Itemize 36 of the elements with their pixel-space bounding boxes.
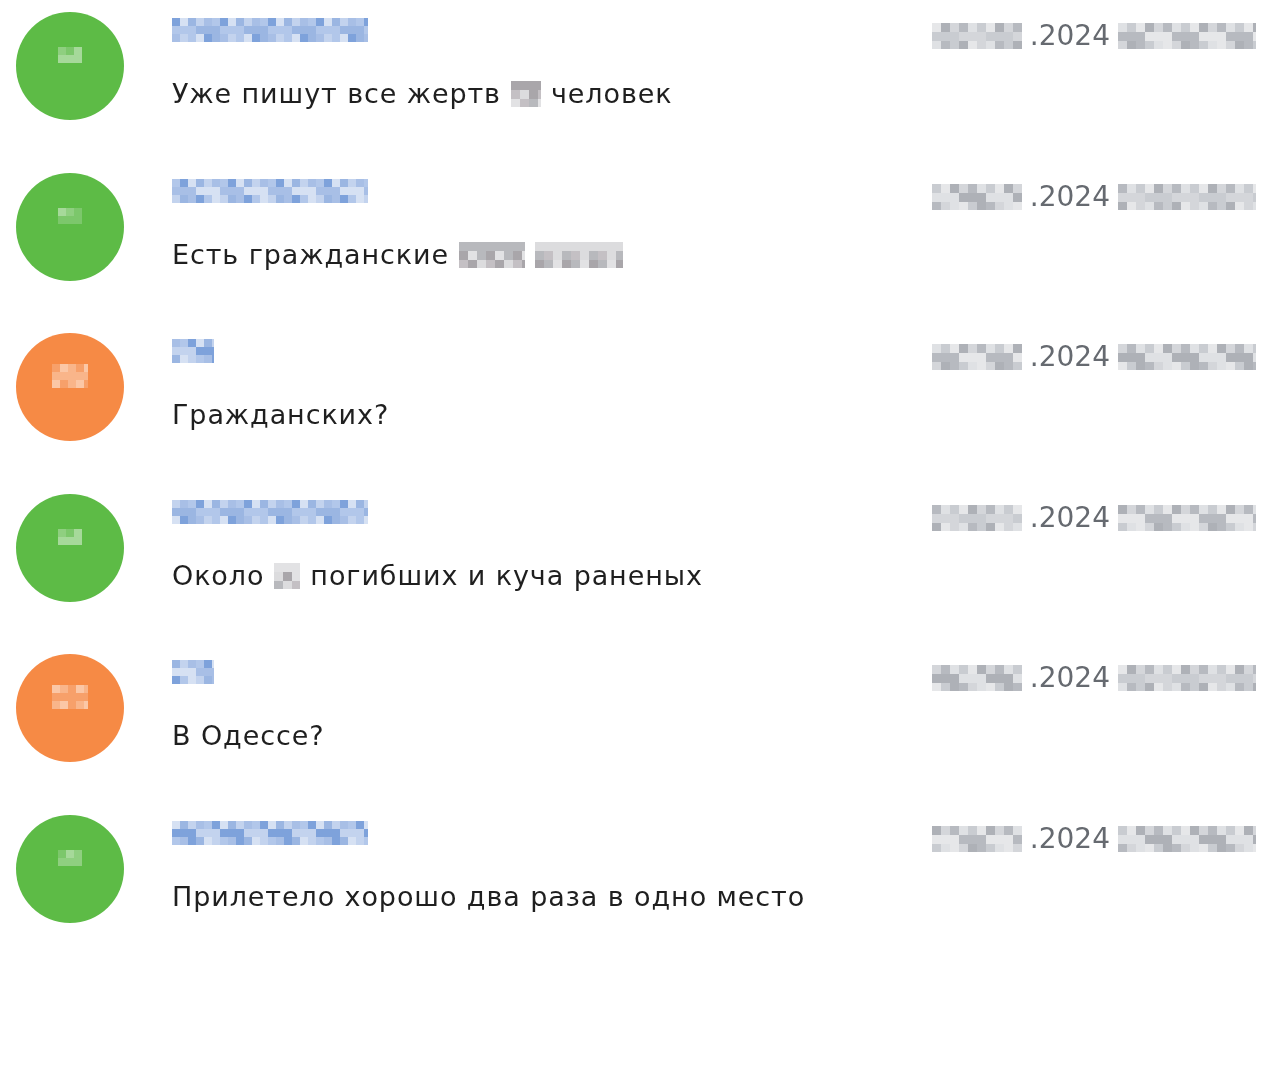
pixelated-name-icon [172,178,368,203]
pixelated-time-icon [931,665,1022,691]
timestamp-text: .2024 [1029,660,1110,696]
pixelated-time-icon [931,504,1022,531]
pixelated-time-icon [931,23,1022,49]
timestamp-text: .2024 [1029,499,1110,536]
pixelated-name-icon [172,18,368,42]
pixelated-time-icon [1118,665,1256,691]
timestamp-text: .2024 [1029,178,1110,215]
message-text: Есть гражданские [172,237,449,272]
message-text: погибших и куча раненых [310,558,703,593]
pixelated-text-icon [534,241,623,268]
pixelated-text-icon [274,562,301,589]
message-text: В Одессе? [172,719,325,753]
pixelated-time-icon [1118,23,1256,49]
timestamp-text: .2024 [1029,18,1110,54]
pixelated-text-icon [458,241,525,268]
pixelated-time-icon [931,825,1022,852]
pixelated-time-icon [1118,344,1256,370]
pixelated-time-icon [1118,504,1256,531]
message-text: Уже пишут все жертв [172,77,501,111]
pixelated-name-icon [172,499,368,524]
pixelated-name-icon [172,660,214,684]
message-text: Гражданских? [172,398,390,432]
timestamp-text: .2024 [1029,339,1110,375]
pixelated-time-icon [931,183,1022,210]
message-text: Прилетело хорошо два раза в одно место [172,879,806,914]
pixelated-name-icon [172,820,368,845]
pixelated-text-icon [510,81,541,107]
pixelated-name-icon [172,339,214,363]
message-text: Около [172,558,265,593]
message-text: человек [550,77,673,111]
timestamp-text: .2024 [1029,820,1110,857]
pixelated-time-icon [1118,825,1256,852]
pixelated-time-icon [1118,183,1256,210]
pixelated-time-icon [931,344,1022,370]
